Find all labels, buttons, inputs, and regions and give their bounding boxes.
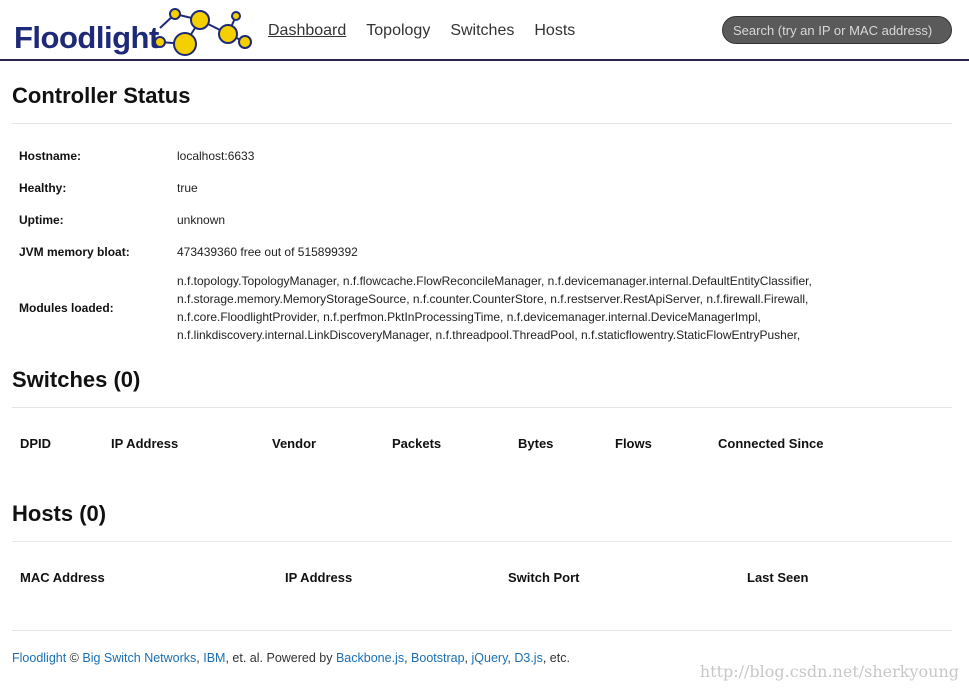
hosts-table-header: MAC Address IP Address Switch Port Last …: [12, 570, 952, 590]
watermark-text: http://blog.csdn.net/sherkyoung: [699, 662, 959, 681]
footer: Floodlight © Big Switch Networks, IBM, e…: [12, 651, 570, 665]
modules-line: n.f.linkdiscovery.internal.LinkDiscovery…: [177, 328, 801, 342]
controller-status-table: Hostname: localhost:6633 Healthy: true U…: [12, 140, 952, 348]
floodlight-link[interactable]: Floodlight: [12, 651, 66, 665]
footer-text: ,: [404, 651, 412, 665]
status-row-hostname: Hostname: localhost:6633: [12, 140, 952, 172]
section-divider: [12, 541, 952, 542]
section-divider: [12, 407, 952, 408]
column-header-mac-address[interactable]: MAC Address: [20, 570, 105, 585]
nav-dashboard[interactable]: Dashboard: [268, 22, 346, 40]
nav-switches[interactable]: Switches: [450, 22, 514, 40]
column-header-connected-since[interactable]: Connected Since: [718, 436, 823, 451]
modules-line: n.f.topology.TopologyManager, n.f.flowca…: [177, 274, 812, 288]
modules-line: n.f.core.FloodlightProvider, n.f.perfmon…: [177, 310, 761, 324]
column-header-switch-port[interactable]: Switch Port: [508, 570, 580, 585]
status-label: Healthy:: [19, 181, 67, 195]
modules-line: n.f.storage.memory.MemoryStorageSource, …: [177, 292, 809, 306]
search-input[interactable]: [722, 16, 952, 44]
column-header-dpid[interactable]: DPID: [20, 436, 51, 451]
status-label: Modules loaded:: [19, 301, 114, 315]
backbone-link[interactable]: Backbone.js: [336, 651, 404, 665]
main-nav: Dashboard Topology Switches Hosts: [268, 22, 575, 40]
status-value: true: [177, 181, 198, 195]
nav-hosts[interactable]: Hosts: [534, 22, 575, 40]
status-row-healthy: Healthy: true: [12, 172, 952, 204]
status-label: JVM memory bloat:: [19, 245, 130, 259]
status-value: 473439360 free out of 515899392: [177, 245, 358, 259]
column-header-bytes[interactable]: Bytes: [518, 436, 553, 451]
column-header-ip-address[interactable]: IP Address: [111, 436, 178, 451]
footer-text: , etc.: [542, 651, 570, 665]
bootstrap-link[interactable]: Bootstrap: [411, 651, 465, 665]
column-header-flows[interactable]: Flows: [615, 436, 652, 451]
logo-bulbs-graphic: [154, 8, 252, 56]
hosts-title: Hosts (0): [12, 501, 107, 526]
status-row-uptime: Uptime: unknown: [12, 204, 952, 236]
top-navbar: Floodlight Dashboard Topology Switches H…: [0, 0, 969, 61]
status-row-jvm-memory: JVM memory bloat: 473439360 free out of …: [12, 236, 952, 268]
d3-link[interactable]: D3.js: [514, 651, 542, 665]
column-header-vendor[interactable]: Vendor: [272, 436, 316, 451]
floodlight-logo[interactable]: Floodlight: [14, 4, 259, 58]
footer-text: ©: [66, 651, 83, 665]
switches-title: Switches (0): [12, 367, 141, 392]
column-header-last-seen[interactable]: Last Seen: [747, 570, 808, 585]
footer-text: , et. al. Powered by: [225, 651, 336, 665]
section-divider: [12, 123, 952, 124]
jquery-link[interactable]: jQuery: [472, 651, 508, 665]
ibm-link[interactable]: IBM: [203, 651, 225, 665]
big-switch-networks-link[interactable]: Big Switch Networks: [82, 651, 196, 665]
modules-list: n.f.topology.TopologyManager, n.f.flowca…: [177, 268, 952, 348]
status-value: localhost:6633: [177, 149, 255, 163]
column-header-packets[interactable]: Packets: [392, 436, 441, 451]
switches-table-header: DPID IP Address Vendor Packets Bytes Flo…: [12, 436, 952, 456]
nav-topology[interactable]: Topology: [366, 22, 430, 40]
footer-text: ,: [464, 651, 472, 665]
header-divider: [0, 59, 969, 61]
status-label: Uptime:: [19, 213, 64, 227]
status-label: Hostname:: [19, 149, 82, 163]
controller-status-title: Controller Status: [12, 83, 191, 108]
status-value: unknown: [177, 213, 226, 227]
status-row-modules: Modules loaded: n.f.topology.TopologyMan…: [12, 268, 952, 348]
footer-divider: [12, 630, 952, 631]
column-header-ip-address[interactable]: IP Address: [285, 570, 352, 585]
